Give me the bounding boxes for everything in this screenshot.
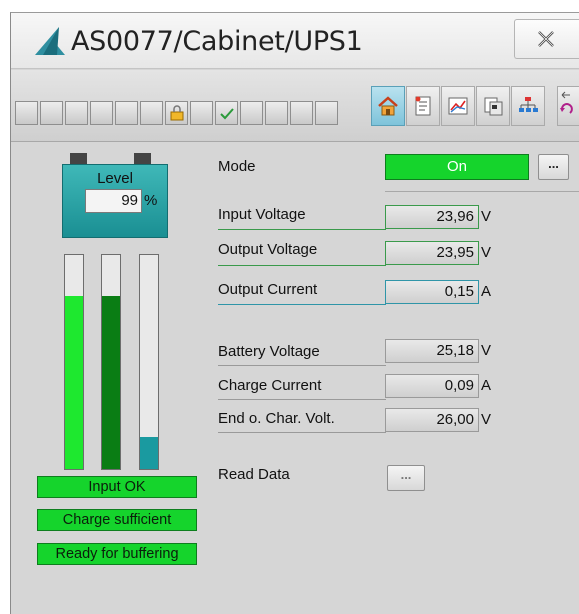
status-ready-buffering: Ready for buffering bbox=[37, 543, 197, 565]
status-input-ok: Input OK bbox=[37, 476, 197, 498]
input-voltage-label: Input Voltage bbox=[218, 206, 306, 223]
home-button[interactable] bbox=[371, 86, 405, 126]
input-level-bar bbox=[64, 254, 84, 470]
buffer-level-fill bbox=[140, 436, 158, 469]
checkmark-icon bbox=[220, 108, 234, 120]
battery-voltage-unit: V bbox=[481, 342, 492, 359]
battery-voltage-label: Battery Voltage bbox=[218, 343, 320, 360]
level-value: 99 bbox=[85, 189, 142, 213]
trend-button[interactable] bbox=[441, 86, 475, 126]
battery-voltage-underline bbox=[218, 365, 386, 366]
input-voltage-underline bbox=[218, 229, 386, 230]
mode-options-button[interactable]: ... bbox=[538, 154, 569, 180]
mode-separator bbox=[385, 191, 579, 192]
toolbar-slot[interactable] bbox=[265, 101, 288, 125]
toolbar-slot[interactable] bbox=[115, 101, 138, 125]
status-charge-sufficient: Charge sufficient bbox=[37, 509, 197, 531]
mode-value: On bbox=[385, 154, 529, 180]
charge-level-fill bbox=[102, 295, 120, 469]
buffer-level-bar bbox=[139, 254, 159, 470]
end-charge-voltage-unit: V bbox=[481, 411, 492, 428]
output-current-value: 0,15 bbox=[385, 280, 479, 304]
battery-terminal bbox=[134, 153, 151, 164]
toolbar-slot[interactable] bbox=[190, 101, 213, 125]
toolbar-slot[interactable] bbox=[290, 101, 313, 125]
end-charge-voltage-underline bbox=[218, 432, 386, 433]
toolbar-slot[interactable] bbox=[15, 101, 38, 125]
battery-voltage-value: 25,18 bbox=[385, 339, 479, 363]
mode-label: Mode bbox=[218, 158, 256, 175]
ups-window: AS0077/Cabinet/UPS1 Level 99 % Input OK … bbox=[10, 12, 579, 614]
output-current-underline bbox=[218, 304, 386, 305]
level-unit: % bbox=[144, 192, 158, 209]
title-bar: AS0077/Cabinet/UPS1 bbox=[11, 13, 579, 69]
hierarchy-icon bbox=[519, 97, 538, 112]
check-button[interactable] bbox=[215, 101, 238, 125]
window-title: AS0077/Cabinet/UPS1 bbox=[71, 26, 363, 57]
output-voltage-underline bbox=[218, 265, 386, 266]
home-icon bbox=[378, 96, 398, 116]
charge-current-unit: A bbox=[481, 377, 492, 394]
output-voltage-unit: V bbox=[481, 244, 492, 261]
charge-level-bar bbox=[101, 254, 121, 470]
toolbar-slot[interactable] bbox=[90, 101, 113, 125]
input-voltage-unit: V bbox=[481, 208, 492, 225]
read-data-button[interactable]: ... bbox=[387, 465, 425, 491]
toolbar-slot[interactable] bbox=[315, 101, 338, 125]
lock-button[interactable] bbox=[165, 101, 188, 125]
charge-current-label: Charge Current bbox=[218, 377, 322, 394]
read-data-label: Read Data bbox=[218, 466, 290, 483]
trend-chart-icon bbox=[448, 97, 468, 115]
level-label: Level bbox=[97, 170, 133, 187]
toolbar-slot[interactable] bbox=[140, 101, 163, 125]
pages-icon bbox=[484, 97, 503, 116]
end-charge-voltage-label: End o. Char. Volt. bbox=[218, 410, 335, 427]
charge-current-underline bbox=[218, 399, 386, 400]
notes-button[interactable] bbox=[406, 86, 440, 126]
toolbar-icon-group bbox=[371, 86, 546, 126]
close-button[interactable] bbox=[514, 19, 579, 59]
toolbar-strip bbox=[15, 101, 340, 125]
toolbar bbox=[11, 70, 579, 142]
output-current-label: Output Current bbox=[218, 281, 318, 298]
end-charge-voltage-value: 26,00 bbox=[385, 408, 479, 432]
pages-button[interactable] bbox=[476, 86, 510, 126]
toolbar-slot[interactable] bbox=[240, 101, 263, 125]
notes-icon bbox=[415, 96, 431, 116]
toolbar-slot[interactable] bbox=[65, 101, 88, 125]
input-level-fill bbox=[65, 295, 83, 469]
undo-icon bbox=[560, 91, 573, 114]
app-logo-icon bbox=[35, 27, 65, 55]
charge-current-value: 0,09 bbox=[385, 374, 479, 398]
close-icon bbox=[538, 31, 554, 47]
battery-terminal bbox=[70, 153, 87, 164]
toolbar-overflow-button[interactable] bbox=[557, 86, 579, 126]
output-voltage-label: Output Voltage bbox=[218, 241, 318, 258]
toolbar-slot[interactable] bbox=[40, 101, 63, 125]
lock-icon bbox=[170, 105, 184, 121]
battery-level-box: Level 99 % bbox=[62, 164, 168, 238]
hierarchy-button[interactable] bbox=[511, 86, 545, 126]
input-voltage-value: 23,96 bbox=[385, 205, 479, 229]
output-voltage-value: 23,95 bbox=[385, 241, 479, 265]
output-current-unit: A bbox=[481, 283, 492, 300]
